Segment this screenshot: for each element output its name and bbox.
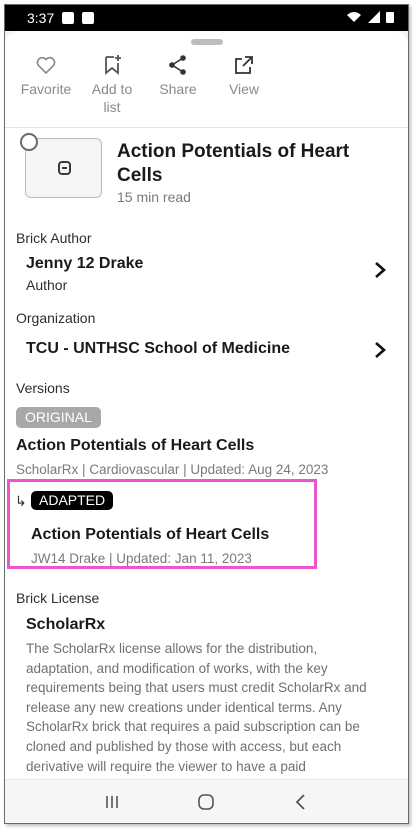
chevron-right-icon: [375, 342, 386, 358]
original-version-meta: ScholarRx | Cardiovascular | Updated: Au…: [16, 462, 329, 477]
original-badge: ORIGINAL: [16, 407, 101, 428]
home-icon[interactable]: [195, 791, 217, 813]
view-label: View: [228, 81, 260, 97]
original-version-title[interactable]: Action Potentials of Heart Cells: [16, 437, 254, 455]
signal-icon: [368, 10, 380, 26]
share-icon: [169, 55, 186, 75]
adapted-badge: ADAPTED: [31, 491, 114, 510]
external-link-icon: [235, 56, 253, 74]
brick-title: Action Potentials of Heart Cells: [117, 141, 350, 186]
share-label: Share: [159, 81, 197, 97]
android-nav-bar: [5, 779, 408, 823]
organization-name: TCU - UNTHSC School of Medicine: [26, 340, 290, 357]
chevron-right-icon: [375, 262, 386, 278]
bookmark-add-icon: [105, 55, 121, 75]
author-name: Jenny 12 Drake: [26, 255, 144, 272]
brick-icon: [58, 161, 71, 175]
recent-apps-icon[interactable]: [101, 791, 123, 813]
status-time: 3:37: [27, 10, 55, 26]
versions-section-label: Versions: [16, 380, 70, 396]
brick-thumbnail: [20, 133, 102, 198]
photo-notification-icon: [62, 12, 75, 24]
phone-frame: 3:37 Favorite Add to list Share View Act…: [4, 4, 409, 824]
adapted-version-meta: JW14 Drake | Updated: Jan 11, 2023: [31, 551, 252, 566]
select-radio[interactable]: [20, 133, 38, 151]
author-role: Author: [26, 277, 68, 293]
license-section-label: Brick License: [16, 590, 100, 606]
wifi-icon: [346, 11, 362, 26]
organization-section-label: Organization: [16, 310, 96, 326]
license-name: ScholarRx: [26, 616, 106, 633]
author-section-label: Brick Author: [16, 230, 92, 246]
favorite-label: Favorite: [20, 81, 72, 97]
back-icon[interactable]: [290, 791, 312, 813]
app-notification-icon: [82, 12, 95, 24]
adapted-arrow-icon: ↳: [15, 493, 27, 509]
status-bar: 3:37: [5, 5, 408, 31]
heart-icon: [36, 56, 56, 75]
add-to-list-label: Add to list: [91, 81, 133, 115]
drag-handle[interactable]: [190, 39, 223, 45]
license-description: The ScholarRx license allows for the dis…: [26, 641, 367, 774]
read-time: 15 min read: [117, 189, 191, 205]
adapted-version-title[interactable]: Action Potentials of Heart Cells: [31, 526, 269, 544]
battery-icon: [386, 11, 394, 26]
divider: [5, 127, 408, 128]
bottom-sheet: Favorite Add to list Share View Action P…: [5, 31, 408, 781]
